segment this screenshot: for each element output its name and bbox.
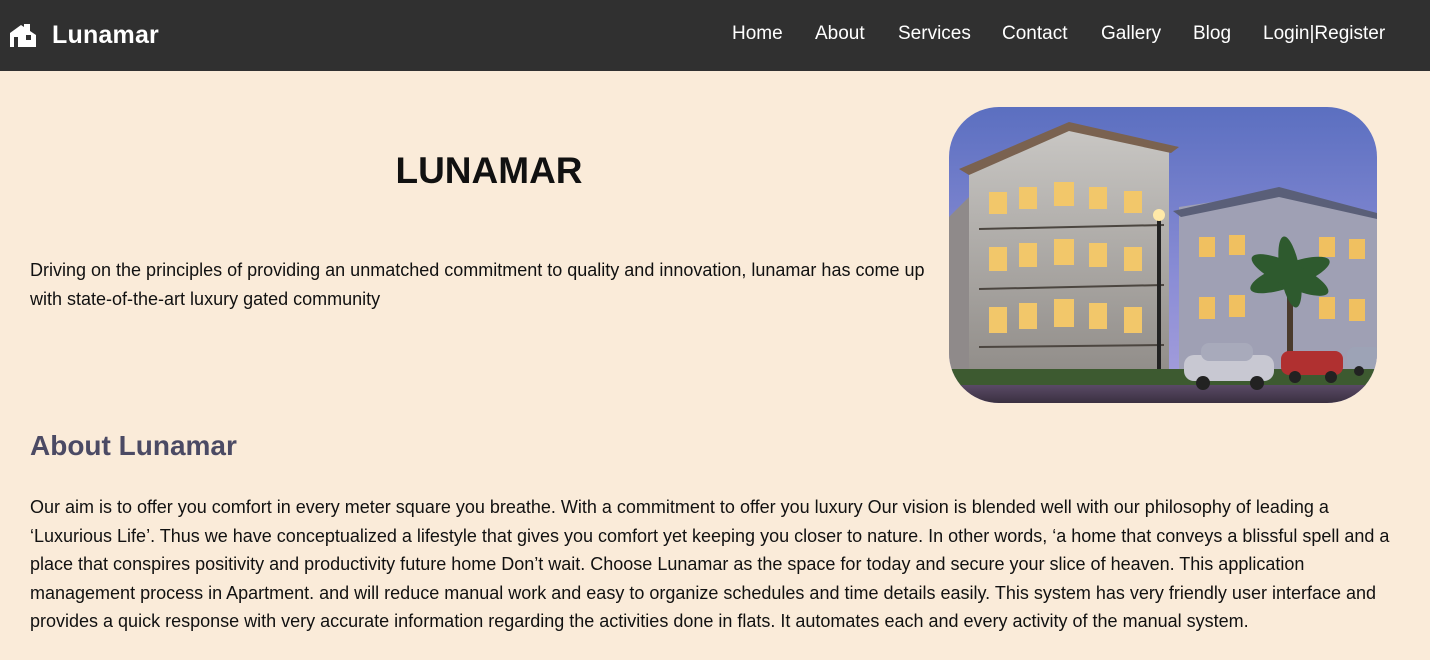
nav-gallery-link[interactable]: Gallery: [1101, 20, 1161, 48]
hero-title: LUNAMAR: [395, 150, 583, 191]
hero-description: Driving on the principles of providing a…: [30, 260, 925, 309]
nav-home-link[interactable]: Home: [732, 20, 783, 48]
apartment-building-illustration: [949, 107, 1377, 403]
main-nav: Home About Services Contact Gallery Blog…: [0, 20, 1430, 48]
nav-services-link[interactable]: Services: [898, 20, 971, 48]
nav-blog-link[interactable]: Blog: [1193, 20, 1231, 48]
top-navbar: Lunamar Home About Services Contact Gall…: [0, 0, 1430, 71]
about-paragraph: Our aim is to offer you comfort in every…: [30, 497, 1390, 631]
about-heading: About Lunamar: [30, 430, 237, 461]
nav-about-link[interactable]: About: [815, 20, 865, 48]
nav-login-register-link[interactable]: Login|Register: [1263, 20, 1385, 48]
hero-building-image: [949, 107, 1377, 403]
nav-contact-link[interactable]: Contact: [1002, 20, 1067, 48]
